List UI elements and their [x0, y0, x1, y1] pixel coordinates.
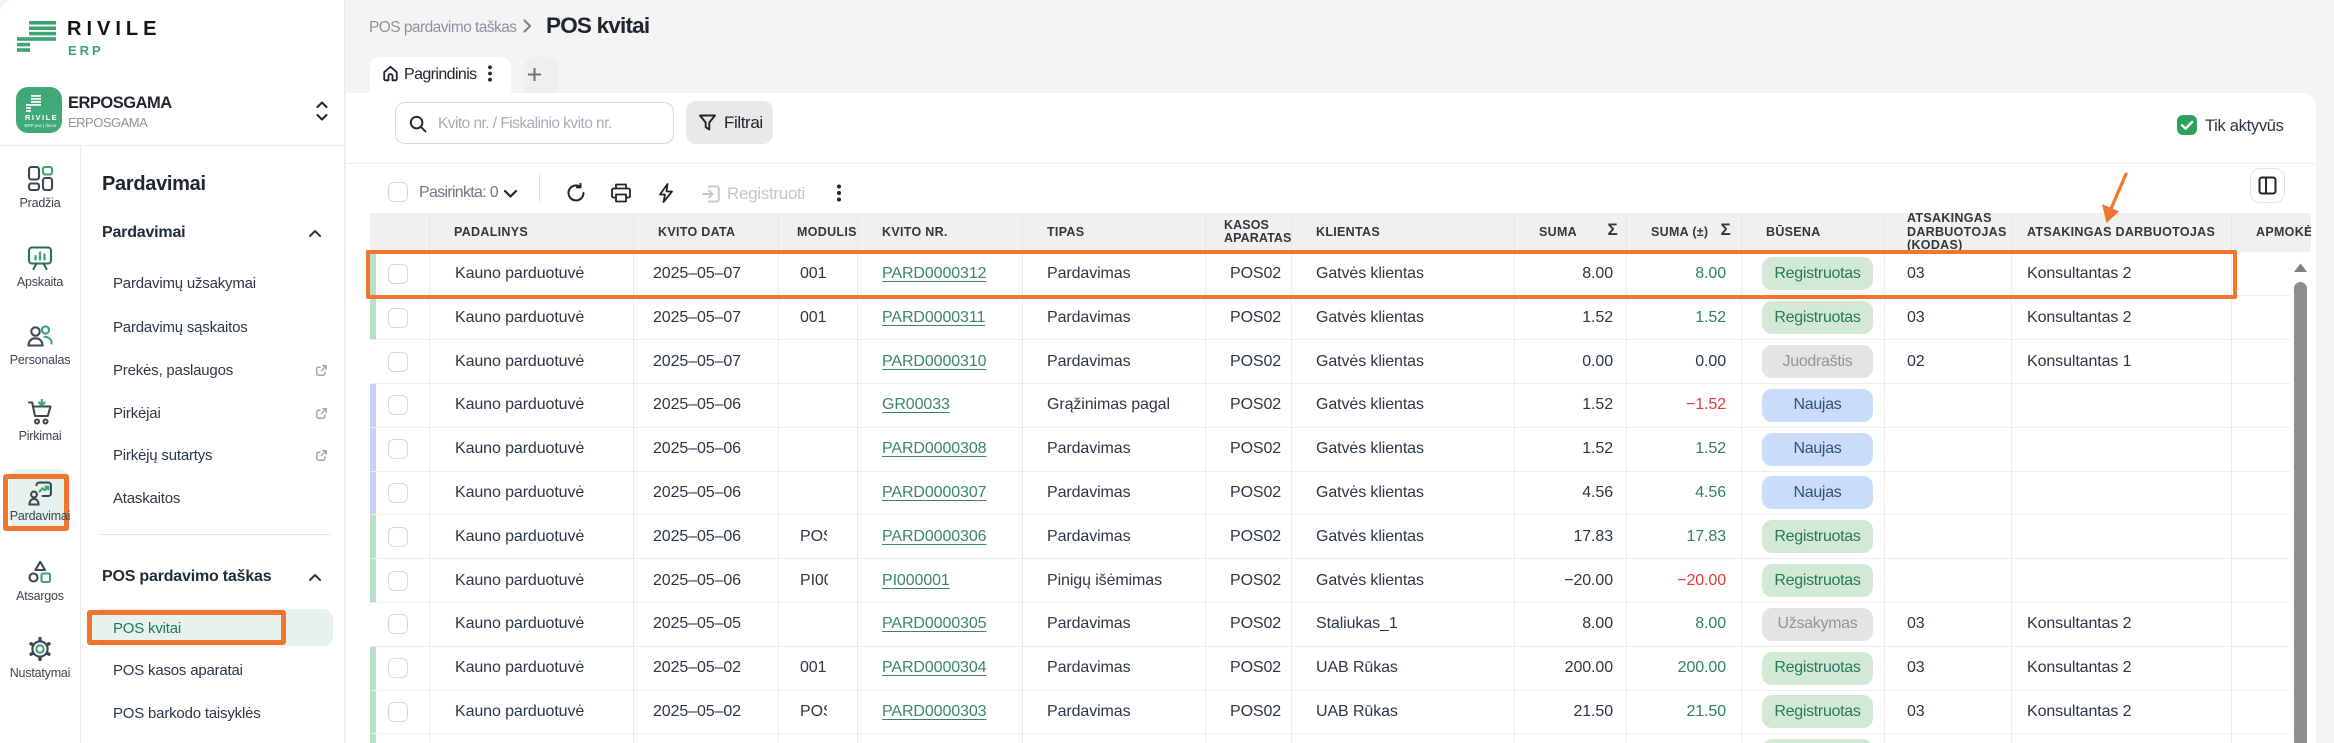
svg-text:ERP pos | demo: ERP pos | demo	[25, 123, 57, 128]
svg-text:RIVILE: RIVILE	[25, 113, 58, 122]
